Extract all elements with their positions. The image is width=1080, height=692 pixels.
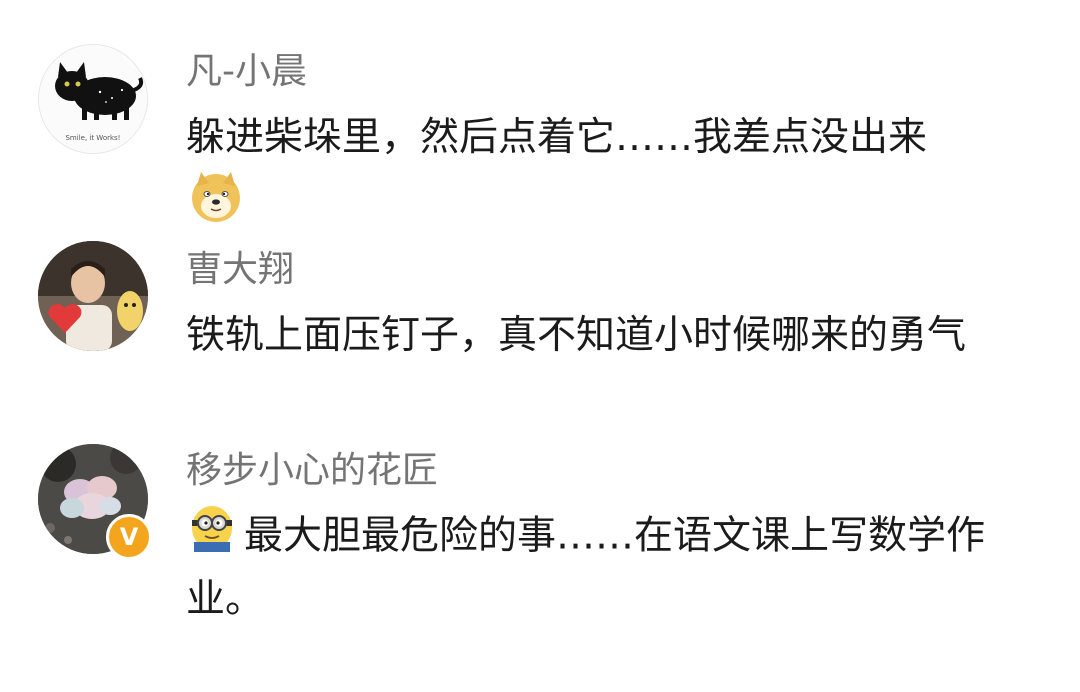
- comment-text: 最大胆最危险的事……在语文课上写数学作业。: [186, 506, 1026, 630]
- minion-emoji: [186, 500, 238, 570]
- minion-icon: [192, 506, 232, 552]
- comment-text-body: 最大胆最危险的事……在语文课上写数学作业。: [186, 513, 986, 623]
- verified-badge-icon: V: [106, 514, 152, 560]
- comment-item: V 移步小心的花匠 最大胆最危险的事……在语文课上写数学作业。: [0, 0, 1080, 640]
- comment-username[interactable]: 移步小心的花匠: [186, 449, 438, 493]
